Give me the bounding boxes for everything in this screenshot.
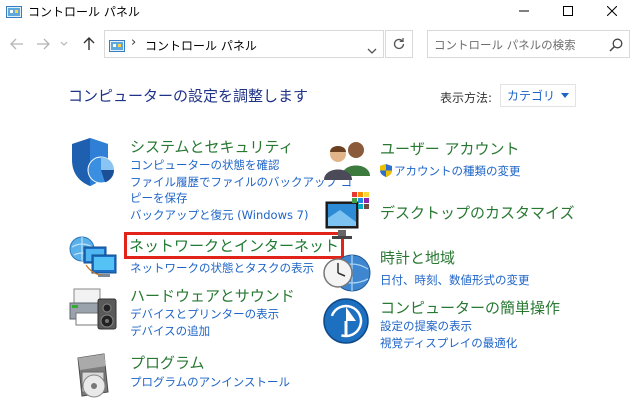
link-backup-restore[interactable]: バックアップと復元 (Windows 7) [130,207,308,223]
category-title-hardware-sound[interactable]: ハードウェアとサウンド [130,285,295,306]
category-title-clock-region[interactable]: 時計と地域 [380,247,455,268]
back-arrow-icon[interactable] [8,36,26,52]
network-monitors-globe-icon[interactable] [68,233,118,281]
search-icon[interactable] [609,37,623,56]
recent-dropdown-icon[interactable] [58,36,70,52]
up-arrow-icon[interactable] [80,36,98,52]
refresh-button[interactable] [385,30,413,58]
link-show-suggestions[interactable]: 設定の提案の表示 [380,318,472,334]
link-network-status-tasks[interactable]: ネットワークの状態とタスクの表示 [130,260,314,276]
link-devices-printers[interactable]: デバイスとプリンターの表示 [130,306,279,322]
uac-shield-icon [380,164,392,177]
system-security-shield-icon[interactable] [68,136,118,186]
ease-of-access-icon[interactable] [322,297,372,345]
chevron-down-icon[interactable] [367,40,377,59]
control-panel-icon [109,38,125,52]
link-uninstall-program[interactable]: プログラムのアンインストール [130,374,290,390]
window-title: コントロール パネル [28,5,140,19]
title-bar: コントロール パネル [0,0,634,22]
refresh-icon [393,38,405,50]
minimize-button[interactable] [502,0,546,22]
link-check-computer-status[interactable]: コンピューターの状態を確認 [130,157,280,173]
link-optimize-visual-display[interactable]: 視覚ディスプレイの最適化 [380,335,517,351]
link-file-history-backup[interactable]: ファイル履歴でファイルのバックアップ コ [130,174,352,190]
address-bar[interactable]: › コントロール パネル [104,30,384,58]
dropdown-triangle-icon [561,93,570,98]
control-panel-icon [6,4,22,18]
link-file-history-backup-cont[interactable]: ピーを保存 [130,190,188,206]
category-title-programs[interactable]: プログラム [130,352,205,373]
clock-globe-icon[interactable] [322,247,372,295]
close-button[interactable] [590,0,634,22]
users-icon[interactable] [322,138,372,186]
link-add-device[interactable]: デバイスの追加 [130,323,210,339]
view-by-value: カテゴリ [507,89,556,103]
forward-arrow-icon[interactable] [34,36,52,52]
maximize-button[interactable] [546,0,590,22]
breadcrumb[interactable]: コントロール パネル [145,37,257,54]
breadcrumb-separator[interactable]: › [131,35,136,50]
search-input[interactable] [434,36,599,54]
view-by-dropdown[interactable]: カテゴリ [500,84,577,107]
program-box-disc-icon[interactable] [68,352,118,400]
category-title-network-internet[interactable]: ネットワークとインターネット [124,232,345,259]
navigation-bar: › コントロール パネル [0,28,634,60]
link-change-date-time-format[interactable]: 日付、時刻、数値形式の変更 [380,272,530,288]
page-title: コンピューターの設定を調整します [68,87,309,105]
search-box[interactable] [427,30,630,58]
category-title-user-accounts[interactable]: ユーザー アカウント [380,138,519,159]
monitor-palette-icon[interactable] [322,192,372,240]
category-title-ease-of-access[interactable]: コンピューターの簡単操作 [380,297,560,318]
view-by-label: 表示方法: [440,91,493,105]
category-title-system-security[interactable]: システムとセキュリティ [130,136,294,157]
printer-speaker-icon[interactable] [68,285,118,333]
category-title-appearance[interactable]: デスクトップのカスタマイズ [380,202,575,223]
link-change-account-type[interactable]: アカウントの種類の変更 [380,163,521,179]
link-change-account-type-label: アカウントの種類の変更 [394,164,521,178]
